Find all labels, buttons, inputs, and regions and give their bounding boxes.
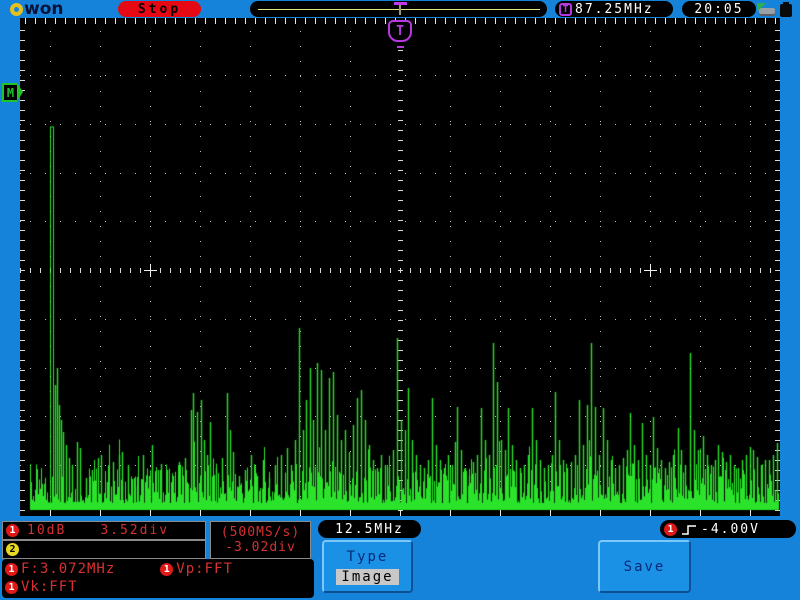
fft-channel-marker: M bbox=[2, 83, 17, 102]
fft-trace-canvas bbox=[20, 27, 780, 516]
measurement-vp: 1 Vp:FFT bbox=[160, 561, 233, 577]
usb-disk-icon bbox=[757, 3, 776, 16]
timebase-status-box: (500MS/s) -3.02div bbox=[210, 521, 311, 559]
frequency-per-div-pill: 12.5MHz bbox=[318, 520, 421, 538]
trigger-level-value: -4.00V bbox=[701, 521, 760, 537]
channel1-badge: 1 bbox=[6, 524, 19, 537]
sample-rate: (500MS/s) bbox=[220, 525, 301, 540]
stop-button[interactable]: Stop bbox=[118, 1, 201, 17]
fft-channel-marker-point bbox=[17, 83, 23, 101]
trigger-position-marker-icon bbox=[394, 1, 407, 16]
graticule bbox=[20, 27, 780, 516]
horizontal-position: -3.02div bbox=[225, 540, 296, 555]
channel2-status-box: 2 bbox=[2, 540, 206, 559]
channel1-position: 3.52div bbox=[100, 523, 170, 538]
rising-edge-icon bbox=[682, 524, 696, 535]
oscilloscope-screen: won Stop T 87.25MHz 20:05 T M 1 10dB 3.5 bbox=[0, 0, 800, 600]
save-label: Save bbox=[623, 558, 666, 575]
trigger-t-icon: T bbox=[559, 2, 572, 16]
channel1-status-box: 1 10dB 3.52div bbox=[2, 521, 206, 540]
trigger-shield-icon: T bbox=[388, 20, 412, 42]
owon-logo: won bbox=[10, 0, 64, 18]
logo-text: won bbox=[24, 0, 64, 19]
measurement-frequency: 1 F:3.072MHz bbox=[5, 561, 115, 577]
type-value: Image bbox=[336, 568, 399, 585]
trigger-shield-dash bbox=[397, 46, 404, 48]
logo-o-ring bbox=[10, 2, 23, 16]
measurement-vk: 1 Vk:FFT bbox=[5, 579, 78, 595]
trigger-frequency-pill: T 87.25MHz bbox=[555, 1, 673, 17]
clock-pill: 20:05 bbox=[682, 1, 756, 17]
measurements-bar: 1 F:3.072MHz 1 Vp:FFT 1 Vk:FFT bbox=[2, 559, 314, 598]
type-label: Type bbox=[346, 548, 389, 565]
save-button[interactable]: Save bbox=[598, 540, 691, 593]
measurement-vk-badge: 1 bbox=[5, 580, 18, 594]
measurement-f-badge: 1 bbox=[5, 562, 18, 576]
channel2-badge: 2 bbox=[6, 543, 19, 556]
trigger-frequency-value: 87.25MHz bbox=[575, 1, 654, 17]
battery-icon bbox=[780, 2, 793, 17]
trigger-status-pill: 1 -4.00V bbox=[660, 520, 796, 538]
trigger-channel-badge: 1 bbox=[664, 522, 677, 536]
measurement-vp-badge: 1 bbox=[160, 562, 174, 576]
type-menu-button[interactable]: Type Image bbox=[322, 540, 413, 593]
channel1-scale: 10dB bbox=[27, 523, 67, 538]
